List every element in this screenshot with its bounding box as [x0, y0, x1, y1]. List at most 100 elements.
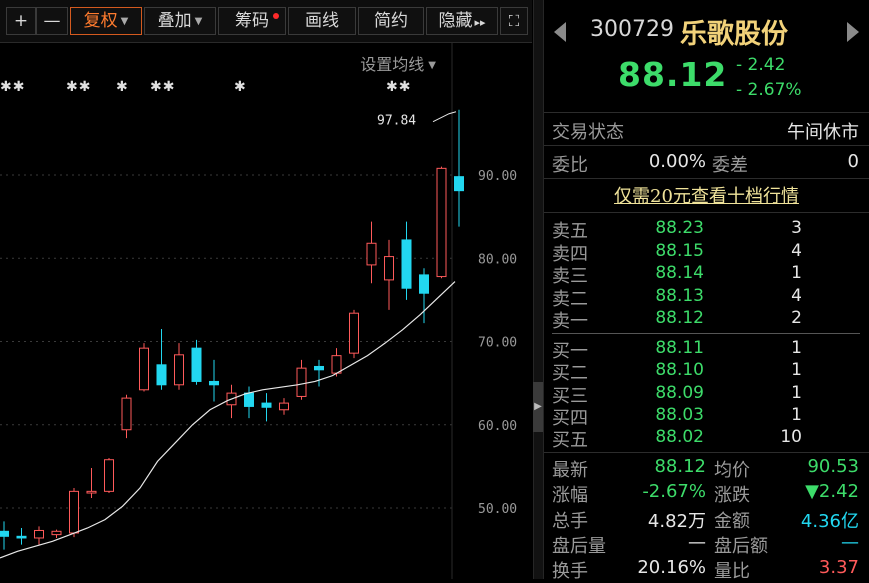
y-tick-label: 50.00	[478, 502, 517, 517]
candle-body	[191, 347, 202, 382]
ask-volume: 2	[791, 308, 802, 328]
event-mark[interactable]: ✱✱	[66, 79, 91, 95]
y-tick-label: 80.00	[478, 252, 517, 267]
volume-ratio-value: 3.37	[818, 557, 859, 578]
prev-stock-icon[interactable]	[554, 22, 566, 42]
ask-volume: 1	[791, 263, 802, 283]
trade-status-label: 交易状态	[552, 122, 624, 143]
fullscreen-button[interactable]: ⛶	[500, 7, 528, 35]
draw-label: 画线	[305, 11, 339, 31]
caret-down-icon: ▼	[428, 60, 436, 71]
weibi-value: 0.00%	[648, 151, 706, 172]
simple-mode-button[interactable]: 简约	[358, 7, 424, 35]
divider	[544, 452, 869, 453]
zoom-in-button[interactable]: +	[6, 7, 36, 35]
notification-dot	[273, 13, 279, 19]
ask-volume: 4	[791, 241, 802, 261]
collapse-panel-button[interactable]: ▶	[533, 382, 543, 432]
event-mark[interactable]: ✱✱	[150, 79, 175, 95]
candle-body	[86, 490, 97, 494]
stock-header: 300729 乐歌股份 88.12 - 2.42 - 2.67%	[544, 0, 869, 110]
candle-body	[121, 397, 132, 431]
event-mark[interactable]: ✱	[234, 79, 247, 95]
bid-price: 88.02	[655, 427, 704, 447]
ask-price: 88.15	[655, 241, 704, 261]
candle-body	[366, 242, 377, 266]
next-stock-icon[interactable]	[847, 22, 859, 42]
ask-volume: 3	[791, 218, 802, 238]
draw-line-button[interactable]: 画线	[288, 7, 356, 35]
kline-chart[interactable]: 90.00 80.00 70.00 60.00 50.00 97.84 设置均线 ▼ ✱✱ …	[0, 43, 532, 579]
bid-volume: 1	[791, 360, 802, 380]
candle-body	[51, 530, 62, 536]
overlay-button[interactable]: 叠加 ▼	[144, 7, 216, 35]
level10-promo-link[interactable]: 仅需20元查看十档行情	[544, 182, 869, 208]
fuquan-label: 复权	[83, 11, 118, 31]
candle-body	[69, 490, 79, 534]
candle-body	[384, 256, 394, 281]
after-hours-amount-value: —	[841, 532, 859, 553]
volume-ratio-label: 量比	[714, 561, 750, 582]
chips-label: 筹码	[235, 11, 269, 31]
candle-body	[419, 274, 429, 294]
bid-label: 买五	[552, 430, 588, 451]
weicha-label: 委差	[712, 155, 748, 176]
avg-price-label: 均价	[714, 460, 750, 481]
event-mark[interactable]: ✱	[116, 79, 129, 95]
zoom-out-button[interactable]: —	[36, 7, 68, 35]
y-tick-label: 60.00	[478, 419, 517, 434]
chart-toolbar: + — 复权 ▼ 叠加 ▼ 筹码 画线 简约 隐藏 ▸▸ ⛶	[0, 0, 532, 43]
event-mark[interactable]: ✱✱	[386, 79, 411, 95]
turnover-value: 20.16%	[637, 557, 706, 578]
panel-divider	[533, 0, 544, 579]
moving-average-line	[0, 281, 456, 559]
minus-icon: —	[43, 11, 61, 31]
candle-body	[34, 529, 44, 539]
ask-volume: 4	[791, 286, 802, 306]
bid-volume: 1	[791, 383, 802, 403]
caret-down-icon: ▼	[194, 16, 203, 27]
ma-settings-button[interactable]: 设置均线 ▼	[360, 51, 436, 75]
hide-button[interactable]: 隐藏 ▸▸	[426, 7, 498, 35]
overlay-label: 叠加	[157, 11, 192, 31]
caret-down-icon: ▼	[120, 16, 129, 27]
bid-price: 88.09	[655, 383, 704, 403]
bid-price: 88.03	[655, 405, 704, 425]
divider	[544, 112, 869, 113]
candle-body	[16, 535, 27, 539]
trade-status-value: 午间休市	[787, 122, 859, 143]
y-tick-label: 70.00	[478, 336, 517, 351]
bid-volume: 1	[791, 405, 802, 425]
change-pct-label: 涨幅	[552, 485, 588, 506]
event-mark[interactable]: ✱✱	[0, 79, 25, 95]
stock-code: 300729	[590, 17, 674, 42]
peak-price-label: 97.84	[377, 114, 416, 129]
volume-label: 总手	[552, 511, 588, 532]
stock-name: 乐歌股份	[680, 19, 788, 50]
peak-arrow-icon	[432, 111, 457, 123]
y-tick-label: 90.00	[478, 169, 517, 184]
hide-label: 隐藏	[438, 11, 473, 31]
ask-price: 88.14	[655, 263, 704, 283]
bid-volume: 10	[780, 427, 802, 447]
ask-price: 88.23	[655, 218, 704, 238]
candle-body	[454, 176, 464, 192]
candle-body	[244, 392, 254, 407]
fuquan-button[interactable]: 复权 ▼	[70, 7, 142, 35]
weibi-label: 委比	[552, 155, 588, 176]
volume-value: 4.82万	[647, 511, 706, 532]
after-hours-volume-label: 盘后量	[552, 536, 606, 557]
ask-label: 卖一	[552, 311, 588, 332]
change-pct-value: -2.67%	[642, 481, 706, 502]
change-label: 涨跌	[714, 485, 750, 506]
ask-price: 88.12	[655, 308, 704, 328]
chips-button[interactable]: 筹码	[218, 7, 286, 35]
bid-price: 88.10	[655, 360, 704, 380]
plus-icon: +	[13, 11, 29, 31]
candle-body	[314, 365, 324, 371]
candle-body	[296, 367, 307, 397]
weicha-value: 0	[847, 151, 859, 172]
quote-panel: 300729 乐歌股份 88.12 - 2.42 - 2.67% 交易状态 午间…	[544, 0, 869, 582]
candle-body	[0, 530, 9, 537]
candle-body	[436, 167, 447, 278]
